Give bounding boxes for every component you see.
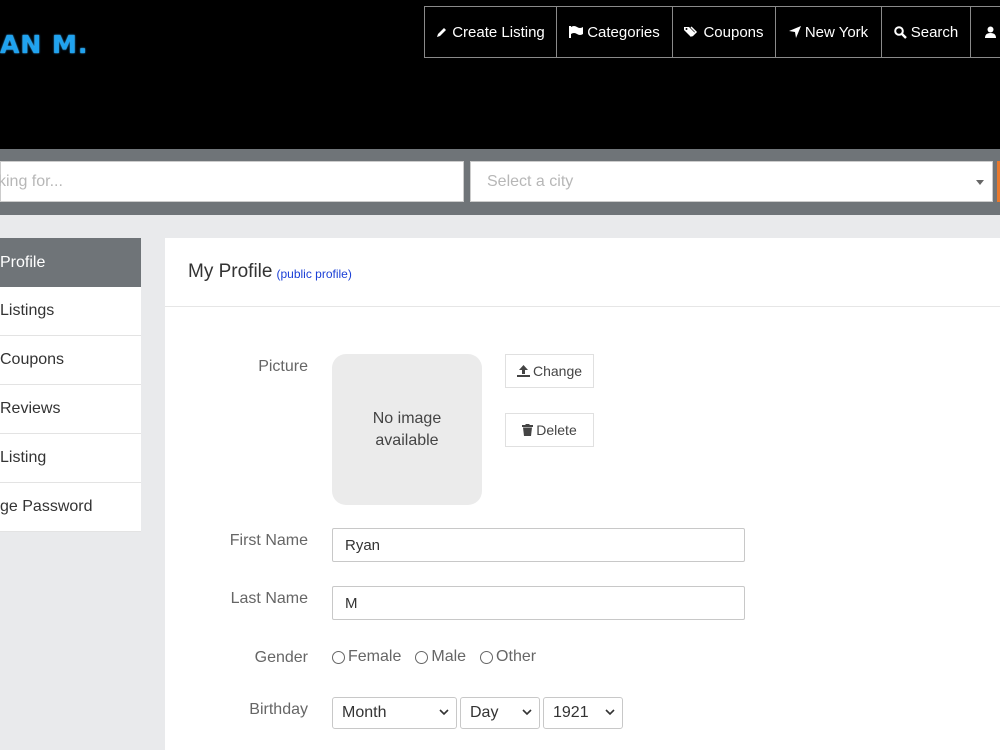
sidebar-item-coupons[interactable]: Coupons [0, 336, 141, 385]
year-select-value: 1921 [553, 704, 589, 721]
gender-option-female[interactable]: Female [332, 648, 401, 666]
nav-search-label: Search [910, 23, 959, 41]
picture-label: Picture [258, 358, 308, 375]
sidebar-item-change-password[interactable]: ge Password [0, 483, 141, 532]
day-select-value: Day [470, 704, 499, 721]
nav-create-listing-label: Create Listing [452, 23, 545, 41]
radio-button[interactable] [332, 650, 345, 664]
nav-categories[interactable]: Categories [556, 6, 673, 58]
last-name-field[interactable]: M [332, 586, 745, 620]
site-logo[interactable]: AN M. [0, 30, 88, 59]
search-icon [893, 25, 907, 39]
gender-option-label: Female [348, 648, 402, 665]
birthday-year-select[interactable]: 1921 [543, 697, 623, 729]
gender-option-male[interactable]: Male [415, 648, 466, 666]
nav-location[interactable]: New York [775, 6, 882, 58]
month-select-value: Month [342, 704, 387, 721]
profile-picture-placeholder: No image available [332, 354, 482, 505]
sidebar-item-reviews[interactable]: Reviews [0, 385, 141, 434]
gender-label: Gender [254, 649, 308, 666]
flag-icon [569, 26, 584, 38]
birthday-label: Birthday [249, 701, 308, 718]
first-name-label: First Name [229, 532, 308, 549]
last-name-value: M [345, 594, 358, 612]
keyword-search-placeholder: king for... [0, 172, 63, 190]
gender-option-label: Other [496, 648, 537, 665]
public-profile-link[interactable]: (public profile) [276, 267, 351, 281]
nav-categories-label: Categories [587, 23, 660, 41]
nav-coupons[interactable]: Coupons [672, 6, 776, 58]
sidebar-item-label: Profile [0, 253, 46, 271]
birthday-month-select[interactable]: Month [332, 697, 457, 729]
nav-location-label: New York [804, 23, 869, 41]
nav-create-listing[interactable]: Create Listing [424, 6, 557, 58]
nav-search[interactable]: Search [881, 6, 971, 58]
first-name-field[interactable]: Ryan [332, 528, 745, 562]
sidebar-item-label: Coupons [0, 351, 65, 368]
pencil-icon [437, 28, 447, 37]
city-select[interactable]: Select a city [470, 161, 993, 202]
chevron-down-icon [522, 709, 532, 716]
sidebar-item-listings[interactable]: Listings [0, 287, 141, 336]
change-picture-button[interactable]: Change [505, 354, 594, 388]
panel-header: My Profile (public profile) [165, 238, 1000, 307]
sidebar-item-label: Reviews [0, 400, 61, 417]
gender-option-label: Male [431, 648, 467, 665]
user-icon [985, 26, 996, 38]
radio-button[interactable] [415, 650, 429, 664]
delete-picture-label: Delete [536, 422, 577, 438]
no-image-text-line2: available [375, 431, 439, 449]
radio-button[interactable] [480, 650, 494, 664]
no-image-text-line1: No image [372, 409, 442, 427]
gender-radio-group: Female Male Other [332, 648, 550, 666]
location-arrow-icon [788, 26, 801, 38]
upload-icon [516, 365, 530, 377]
delete-picture-button[interactable]: Delete [505, 413, 594, 447]
gender-option-other[interactable]: Other [480, 648, 536, 666]
nav-coupons-label: Coupons [703, 23, 764, 41]
change-picture-label: Change [532, 363, 583, 379]
birthday-day-select[interactable]: Day [460, 697, 540, 729]
sidebar-item-label: ge Password [0, 498, 93, 515]
nav-account[interactable] [970, 6, 1000, 58]
account-sidebar: Profile Listings Coupons Reviews Listing… [0, 238, 141, 532]
sidebar-item-label: Listing [0, 449, 47, 466]
chevron-down-icon [439, 709, 449, 716]
profile-panel: My Profile (public profile) Picture No i… [165, 238, 1000, 750]
top-nav: Create Listing Categories Coupons New Yo… [424, 6, 1000, 58]
city-select-placeholder: Select a city [487, 172, 574, 190]
tags-icon [684, 26, 698, 37]
sidebar-item-profile[interactable]: Profile [0, 238, 141, 287]
last-name-label: Last Name [230, 590, 308, 607]
caret-down-icon [976, 180, 984, 185]
sidebar-item-listing[interactable]: Listing [0, 434, 141, 483]
first-name-value: Ryan [345, 536, 381, 554]
chevron-down-icon [605, 709, 615, 716]
trash-icon [522, 424, 534, 436]
sidebar-item-label: Listings [0, 302, 55, 319]
search-bar: king for... Select a city [0, 149, 1000, 215]
page-title: My Profile [188, 261, 273, 282]
site-header: AN M. Create Listing Categories Coupons … [0, 0, 1000, 149]
keyword-search-input[interactable]: king for... [0, 161, 464, 202]
